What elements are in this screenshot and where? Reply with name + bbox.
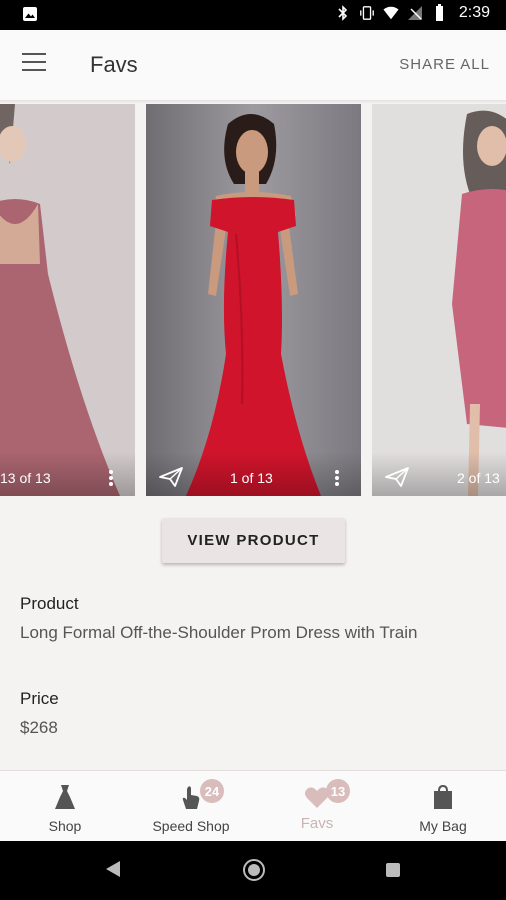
dress-icon [55, 785, 75, 809]
wifi-icon [383, 6, 399, 20]
price-label: Price [20, 689, 59, 708]
share-send-icon[interactable] [158, 466, 184, 488]
product-card-next[interactable]: 2 of 13 [372, 104, 506, 496]
nav-favs[interactable]: 13 Favs [254, 771, 380, 841]
favorites-carousel[interactable]: 13 of 13 1 of 13 2 of 13 [0, 104, 506, 496]
more-options-icon[interactable] [108, 468, 114, 488]
product-card-previous[interactable]: 13 of 13 [0, 104, 135, 496]
nav-speed-shop-label: Speed Shop [152, 818, 230, 834]
product-card-current[interactable]: 1 of 13 [146, 104, 361, 496]
status-bar: 2:39 [0, 0, 506, 30]
page-title: Favs [90, 52, 138, 77]
favs-badge: 13 [326, 779, 350, 803]
view-product-button[interactable]: VIEW PRODUCT [162, 518, 345, 563]
nav-my-bag[interactable]: My Bag [380, 771, 506, 841]
vibrate-icon [359, 6, 374, 20]
nav-favs-label: Favs [300, 815, 334, 832]
nav-shop[interactable]: Shop [2, 771, 128, 841]
bottom-navigation: Shop 24 Speed Shop 13 Favs My Bag [0, 770, 506, 841]
image-counter: 13 of 13 [0, 470, 51, 486]
bluetooth-icon [338, 5, 347, 21]
home-icon[interactable] [242, 858, 266, 882]
battery-icon [435, 4, 443, 21]
hamburger-menu-icon[interactable] [22, 53, 48, 75]
back-icon[interactable] [104, 859, 122, 879]
image-counter: 2 of 13 [457, 470, 500, 486]
share-all-button[interactable]: SHARE ALL [399, 56, 490, 73]
app-bar: Favs SHARE ALL [0, 30, 506, 101]
no-signal-icon [407, 6, 422, 20]
status-time: 2:39 [458, 4, 490, 21]
system-navigation-bar [0, 841, 506, 900]
more-options-icon[interactable] [334, 468, 340, 488]
product-image [146, 104, 361, 496]
share-send-icon[interactable] [384, 466, 410, 488]
nav-speed-shop[interactable]: 24 Speed Shop [128, 771, 254, 841]
speed-shop-badge: 24 [200, 779, 224, 803]
nav-shop-label: Shop [48, 818, 82, 834]
product-label: Product [20, 594, 79, 613]
shopping-bag-icon [434, 784, 452, 809]
nav-my-bag-label: My Bag [419, 818, 467, 834]
image-counter: 1 of 13 [230, 470, 273, 486]
product-name: Long Formal Off-the-Shoulder Prom Dress … [20, 623, 418, 642]
recents-icon[interactable] [385, 862, 401, 878]
image-notification-icon [22, 6, 38, 27]
price-value: $268 [20, 718, 58, 737]
